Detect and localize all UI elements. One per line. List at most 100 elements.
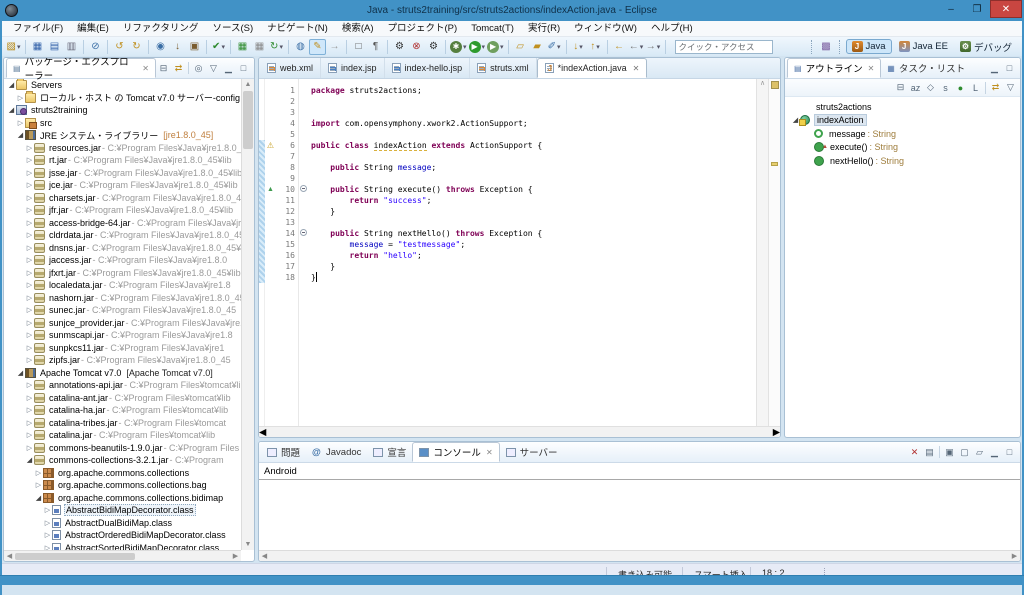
maximize-button[interactable]: □: [1002, 445, 1017, 460]
tree-item[interactable]: ◢Apache Tomcat v7.0[Apache Tomcat v7.0]: [4, 367, 241, 380]
collapsed-arrow-icon[interactable]: ▷: [25, 156, 34, 164]
scroll-right-icon[interactable]: ▶: [230, 552, 241, 560]
scroll-left-icon[interactable]: ◀: [4, 552, 15, 560]
expanded-arrow-icon[interactable]: ◢: [7, 106, 16, 114]
hide-local-types-button[interactable]: L: [968, 80, 983, 95]
editor-vscrollbar[interactable]: ∧: [756, 79, 768, 426]
tree-item[interactable]: ▷org.apache.commons.collections.bag: [4, 479, 241, 492]
editor-body[interactable]: ⚠▲ 123456789101112131415161718 package s…: [259, 79, 780, 437]
save-all-button[interactable]: ▤: [46, 39, 63, 55]
collapsed-arrow-icon[interactable]: ▷: [25, 306, 34, 314]
tomcat-stop-button[interactable]: ↻: [128, 39, 145, 55]
editor-tab-index.jsp[interactable]: index.jsp: [321, 58, 385, 78]
previous-annotation-dropdown-icon[interactable]: ▾: [596, 43, 600, 51]
expanded-arrow-icon[interactable]: ◢: [7, 81, 16, 89]
debug-dropdown-icon[interactable]: ▾: [463, 43, 467, 51]
expanded-arrow-icon[interactable]: ◢: [16, 131, 25, 139]
refresh-button[interactable]: ↻▾: [268, 39, 285, 55]
quick-access-input[interactable]: クイック・アクセス: [675, 40, 773, 54]
editor-tab-struts.xml[interactable]: struts.xml: [470, 58, 537, 78]
ant-stop-button[interactable]: ⊗: [408, 39, 425, 55]
validate-button[interactable]: ✔▾: [210, 39, 227, 55]
scroll-down-icon[interactable]: ▼: [242, 539, 254, 550]
menu-refactor[interactable]: リファクタリング: [116, 21, 206, 36]
collapsed-arrow-icon[interactable]: ▷: [34, 469, 43, 477]
warning-marker[interactable]: [771, 162, 778, 166]
tree-item[interactable]: ▷jfxrt.jar - C:¥Program Files¥Java¥jre1.…: [4, 267, 241, 280]
tree-item[interactable]: ▷access-bridge-64.jar - C:¥Program Files…: [4, 217, 241, 230]
run-dropdown-icon[interactable]: ▾: [482, 43, 486, 51]
close-view-icon[interactable]: ✕: [486, 448, 493, 457]
expanded-arrow-icon[interactable]: ◢: [25, 456, 34, 464]
editor-tab-indexhello.jsp[interactable]: index-hello.jsp: [385, 58, 471, 78]
new-visual-class-button[interactable]: ▦: [234, 39, 251, 55]
tree-item[interactable]: ▷resources.jar - C:¥Program Files¥Java¥j…: [4, 142, 241, 155]
outline-item[interactable]: message : String: [785, 127, 1020, 141]
collapsed-arrow-icon[interactable]: ▷: [25, 206, 34, 214]
outline-item[interactable]: ◢indexAction: [785, 114, 1020, 128]
collapsed-arrow-icon[interactable]: ▷: [43, 531, 52, 539]
collapsed-arrow-icon[interactable]: ▷: [25, 169, 34, 177]
tab-console-servers[interactable]: サーバー: [500, 442, 564, 462]
sort-button[interactable]: az: [908, 80, 923, 95]
menu-file[interactable]: ファイル(F): [6, 21, 70, 36]
menu-search[interactable]: 検索(A): [335, 21, 381, 36]
show-whitespace-button[interactable]: ¶: [367, 39, 384, 55]
tab-outline[interactable]: ▤アウトライン✕: [787, 58, 881, 78]
focus-on-active-task-button[interactable]: ◎: [191, 61, 206, 76]
tab-console-console[interactable]: コンソール✕: [412, 442, 499, 462]
tree-item[interactable]: ▷rt.jar - C:¥Program Files¥Java¥jre1.8.0…: [4, 154, 241, 167]
collapsed-arrow-icon[interactable]: ▷: [25, 231, 34, 239]
tree-item[interactable]: ◢commons-collections-3.2.1.jar - C:¥Prog…: [4, 454, 241, 467]
menu-edit[interactable]: 編集(E): [70, 21, 116, 36]
scroll-left-icon[interactable]: ◀: [259, 552, 270, 560]
minimize-button[interactable]: ▁: [987, 445, 1002, 460]
external-tools-button[interactable]: ▶▾: [486, 39, 505, 55]
tree-item[interactable]: ▷charsets.jar - C:¥Program Files¥Java¥jr…: [4, 192, 241, 205]
forward-dropdown-icon[interactable]: ▾: [657, 43, 661, 51]
menu-navigate[interactable]: ナビゲート(N): [260, 21, 335, 36]
open-web-browser-button[interactable]: ◉: [152, 39, 169, 55]
back-dropdown-icon[interactable]: ▾: [640, 43, 644, 51]
debug-button[interactable]: ✱▾: [449, 39, 468, 55]
scrollbar-thumb[interactable]: [15, 553, 135, 560]
console-content[interactable]: Android: [259, 463, 1020, 550]
tree-item[interactable]: ▷zipfs.jar - C:¥Program Files¥Java¥jre1.…: [4, 354, 241, 367]
save-button[interactable]: ▦: [29, 39, 46, 55]
search-button[interactable]: ✐▾: [546, 39, 563, 55]
collapsed-arrow-icon[interactable]: ▷: [25, 181, 34, 189]
ant-debug-button[interactable]: ⚙: [425, 39, 442, 55]
outline-item[interactable]: struts2actions: [785, 100, 1020, 114]
menu-source[interactable]: ソース(S): [205, 21, 260, 36]
collapse-all-button[interactable]: ⊟: [156, 61, 171, 76]
tree-item[interactable]: ▷jfr.jar - C:¥Program Files¥Java¥jre1.8.…: [4, 204, 241, 217]
mark-occurrences-button[interactable]: ✎: [309, 39, 326, 55]
package-explorer-hscrollbar[interactable]: ◀ ▶: [4, 550, 241, 561]
previous-annotation-button[interactable]: ↑▾: [587, 39, 604, 55]
tree-item[interactable]: ◢JRE システム・ライブラリー[jre1.8.0_45]: [4, 129, 241, 142]
tree-item[interactable]: ▷annotations-api.jar - C:¥Program Files¥…: [4, 379, 241, 392]
collapsed-arrow-icon[interactable]: ▷: [25, 144, 34, 152]
tree-item[interactable]: ▷jsse.jar - C:¥Program Files¥Java¥jre1.8…: [4, 167, 241, 180]
collapsed-arrow-icon[interactable]: ▷: [25, 381, 34, 389]
last-edit-location-button[interactable]: ←: [611, 39, 628, 55]
show-block-selection-button[interactable]: □: [350, 39, 367, 55]
print-button[interactable]: ▥: [63, 39, 80, 55]
view-menu-button[interactable]: ▽: [206, 61, 221, 76]
scroll-right-icon[interactable]: ▶: [1009, 552, 1020, 560]
collapsed-arrow-icon[interactable]: ▷: [16, 119, 25, 127]
tree-item[interactable]: ▷sunec.jar - C:¥Program Files¥Java¥jre1.…: [4, 304, 241, 317]
collapsed-arrow-icon[interactable]: ▷: [25, 394, 34, 402]
tree-item[interactable]: ▷nashorn.jar - C:¥Program Files¥Java¥jre…: [4, 292, 241, 305]
tree-item[interactable]: ▷sunmscapi.jar - C:¥Program Files¥Java¥j…: [4, 329, 241, 342]
tree-item[interactable]: ▷org.apache.commons.collections: [4, 467, 241, 480]
tree-item[interactable]: ▷catalina-tribes.jar - C:¥Program Files¥…: [4, 417, 241, 430]
perspective-デバッグ[interactable]: ⚙デバッグ: [955, 39, 1017, 55]
tab-console-declaration[interactable]: 宣言: [367, 442, 412, 462]
display-selected-console-button[interactable]: ▢: [957, 445, 972, 460]
open-perspective-button[interactable]: ▩: [818, 39, 835, 55]
code-area[interactable]: package struts2actions;import com.opensy…: [311, 79, 756, 426]
minimize-button[interactable]: –: [938, 0, 964, 18]
open-console-button[interactable]: ▱: [972, 445, 987, 460]
collapsed-arrow-icon[interactable]: ▷: [25, 331, 34, 339]
